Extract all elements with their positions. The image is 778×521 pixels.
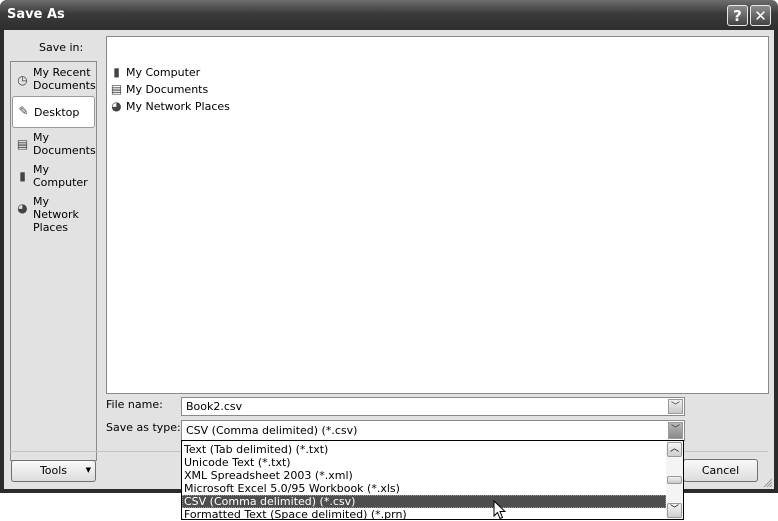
mouse-cursor-icon (493, 500, 507, 520)
save-as-type-label: Save as type: (106, 421, 181, 434)
place-label: Computer (33, 176, 88, 189)
place-label: My (33, 163, 50, 176)
save-as-type-dropdown[interactable]: Text (Tab delimited) (*.txt) Unicode Tex… (181, 440, 684, 521)
file-item-label: My Network Places (126, 100, 230, 113)
my-documents-icon: ▤ (16, 137, 29, 151)
save-as-dialog: Save As ? ✕ Save in: ✎ Desktop ﹀ ◎ ▼ ▭ ✕… (0, 0, 778, 493)
tools-button[interactable]: Tools ▼ (11, 460, 96, 482)
desktop-icon: ✎ (18, 104, 29, 118)
dialog-body: Save in: ✎ Desktop ﹀ ◎ ▼ ▭ ✕ ▬ ▦ ▼ ◷ My … (4, 30, 774, 489)
places-item-my-computer[interactable]: ▮ My Computer (12, 163, 95, 191)
places-item-desktop[interactable]: ✎ Desktop (12, 96, 95, 128)
dialog-title: Save As (7, 7, 65, 22)
save-in-label: Save in: (39, 41, 84, 54)
tools-label: Tools (39, 464, 68, 477)
dropdown-option[interactable]: Microsoft Excel 5.0/95 Workbook (*.xls) (182, 482, 666, 495)
chevron-down-icon: ﹀ (669, 505, 679, 515)
chevron-down-icon: ▼ (85, 466, 91, 474)
file-list[interactable]: ▮ My Computer ▤ My Documents ◕ My Networ… (106, 36, 769, 394)
help-icon: ? (733, 7, 742, 25)
place-label: Places (33, 221, 68, 234)
chevron-down-icon[interactable]: ﹀ (668, 422, 683, 439)
place-label: My Network (33, 195, 79, 221)
dropdown-option[interactable]: Text (Tab delimited) (*.txt) (182, 443, 666, 456)
file-name-input[interactable]: Book2.csv ﹀ (181, 397, 685, 416)
place-label: Documents (33, 79, 96, 92)
place-label: Documents (33, 144, 96, 157)
my-computer-icon: ▮ (113, 65, 120, 79)
file-item-my-computer[interactable]: ▮ My Computer (109, 64, 200, 81)
dropdown-option-selected[interactable]: CSV (Comma delimited) (*.csv) (182, 495, 666, 508)
places-item-recent-documents[interactable]: ◷ My Recent Documents (12, 66, 95, 94)
save-as-type-value: CSV (Comma delimited) (*.csv) (186, 424, 358, 437)
dropdown-option[interactable]: XML Spreadsheet 2003 (*.xml) (182, 469, 666, 482)
places-item-my-documents[interactable]: ▤ My Documents (12, 131, 96, 159)
network-places-icon: ◕ (111, 99, 122, 113)
dropdown-option[interactable]: Formatted Text (Space delimited) (*.prn) (182, 508, 666, 521)
scroll-down-button[interactable]: ﹀ (667, 503, 682, 518)
scroll-up-button[interactable]: ︿ (667, 442, 682, 457)
file-item-network-places[interactable]: ◕ My Network Places (109, 98, 230, 115)
file-item-label: My Documents (126, 83, 209, 96)
places-bar: ◷ My Recent Documents ✎ Desktop ▤ My Doc… (10, 61, 97, 461)
file-name-label: File name: (106, 398, 163, 411)
place-label: Desktop (34, 106, 80, 119)
file-item-my-documents[interactable]: ▤ My Documents (109, 81, 208, 98)
title-bar: Save As ? ✕ (0, 0, 778, 30)
scroll-thumb[interactable] (667, 476, 682, 484)
help-button[interactable]: ? (727, 5, 748, 26)
places-item-network-places[interactable]: ◕ My Network Places (12, 195, 95, 234)
network-places-icon: ◕ (17, 201, 28, 215)
file-item-label: My Computer (126, 66, 201, 79)
close-button[interactable]: ✕ (750, 5, 771, 26)
save-as-type-select[interactable]: CSV (Comma delimited) (*.csv) ﹀ (181, 420, 685, 441)
recent-documents-icon: ◷ (17, 73, 28, 87)
file-name-value: Book2.csv (186, 400, 243, 413)
place-label: My (33, 131, 50, 144)
resize-grip-icon[interactable] (762, 477, 772, 487)
cancel-label: Cancel (701, 464, 740, 477)
place-label: My Recent (33, 66, 91, 79)
dropdown-scrollbar[interactable]: ︿ ﹀ (666, 441, 683, 519)
chevron-down-icon[interactable]: ﹀ (668, 399, 683, 414)
my-documents-icon: ▤ (110, 82, 123, 96)
cancel-button[interactable]: Cancel (683, 459, 758, 482)
dropdown-option[interactable]: Unicode Text (*.txt) (182, 456, 666, 469)
my-computer-icon: ▮ (19, 169, 26, 183)
chevron-up-icon: ︿ (669, 444, 679, 454)
close-icon: ✕ (754, 7, 767, 25)
